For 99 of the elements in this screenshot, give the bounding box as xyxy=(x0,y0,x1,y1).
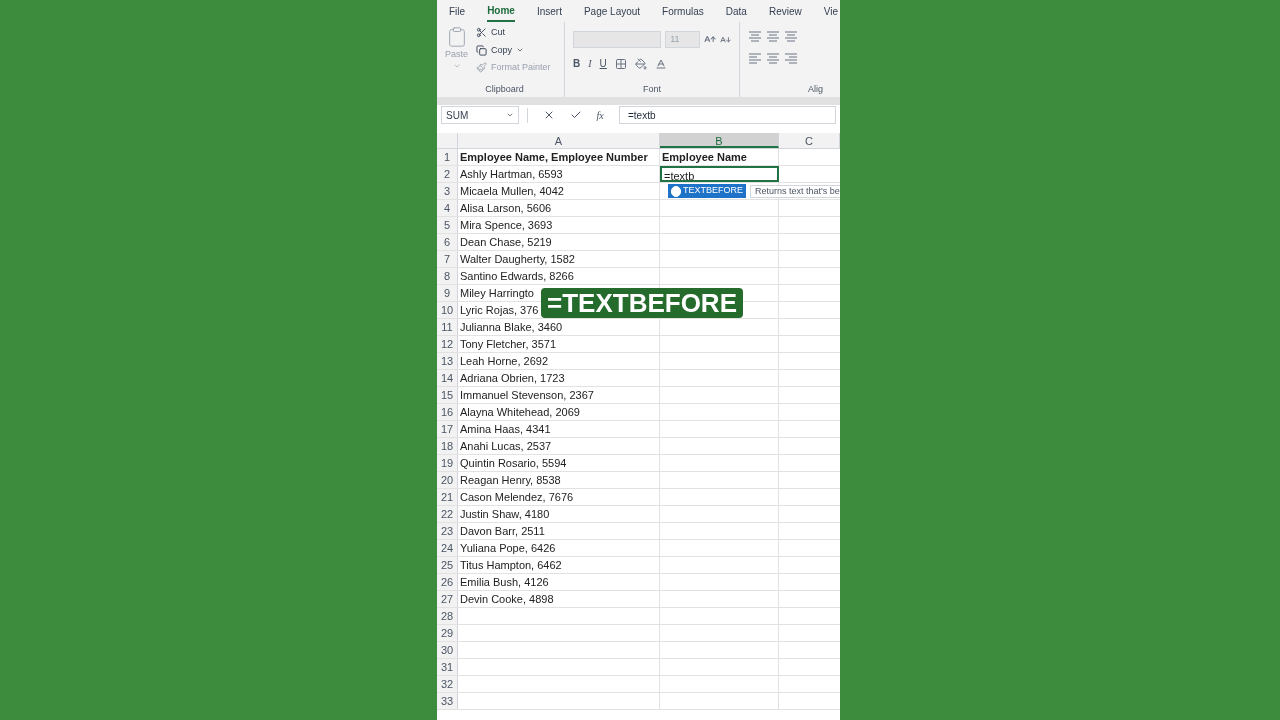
table-cell: Anahi Lucas, 2537 xyxy=(458,438,660,454)
row-number[interactable]: 27 xyxy=(437,591,458,607)
align-middle-icon[interactable] xyxy=(766,29,780,43)
row-number[interactable]: 30 xyxy=(437,642,458,658)
ribbon-tab[interactable]: Home xyxy=(487,0,515,22)
ribbon-tab[interactable]: Formulas xyxy=(662,0,704,22)
table-cell: Quintin Rosario, 5594 xyxy=(458,455,660,471)
row-number[interactable]: 21 xyxy=(437,489,458,505)
ribbon-tab[interactable]: Insert xyxy=(536,0,562,22)
copy-button[interactable]: Copy xyxy=(476,43,551,57)
table-cell: Dean Chase, 5219 xyxy=(458,234,660,250)
row-number[interactable]: 25 xyxy=(437,557,458,573)
row-number[interactable]: 17 xyxy=(437,421,458,437)
font-color-icon[interactable] xyxy=(654,57,667,70)
underline-button[interactable]: U xyxy=(599,56,607,71)
table-cell: Alayna Whitehead, 2069 xyxy=(458,404,660,420)
align-center-icon[interactable] xyxy=(766,51,780,65)
row-number[interactable]: 19 xyxy=(437,455,458,471)
row-number[interactable]: 4 xyxy=(437,200,458,216)
scissors-icon xyxy=(476,27,487,39)
bold-button[interactable]: B xyxy=(573,56,581,71)
table-cell: Immanuel Stevenson, 2367 xyxy=(458,387,660,403)
cut-button[interactable]: Cut xyxy=(476,26,551,40)
autocomplete-item[interactable]: TEXTBEFORE xyxy=(668,184,746,198)
table-cell: Adriana Obrien, 1723 xyxy=(458,370,660,386)
align-top-icon[interactable] xyxy=(748,29,762,43)
row-number[interactable]: 28 xyxy=(437,608,458,624)
row-number[interactable]: 31 xyxy=(437,659,458,675)
row-number[interactable]: 2 xyxy=(437,166,458,182)
table-cell: Ashly Hartman, 6593 xyxy=(458,166,660,182)
name-box[interactable]: SUM xyxy=(441,106,519,124)
ribbon-tab[interactable]: Data xyxy=(725,0,747,22)
ribbon-tab[interactable]: Review xyxy=(768,0,802,22)
row-number[interactable]: 5 xyxy=(437,217,458,233)
ribbon-tab[interactable]: Vie xyxy=(823,0,838,22)
table-cell: Employee Name, Employee Number xyxy=(458,149,660,165)
row-number[interactable]: 32 xyxy=(437,676,458,692)
table-cell: Emilia Bush, 4126 xyxy=(458,574,660,590)
table-cell: Alisa Larson, 5606 xyxy=(458,200,660,216)
row-number[interactable]: 22 xyxy=(437,506,458,522)
group-label: Clipboard xyxy=(484,83,525,96)
row-number[interactable]: 6 xyxy=(437,234,458,250)
ribbon-tab[interactable]: File xyxy=(449,0,466,22)
align-right-icon[interactable] xyxy=(784,51,798,65)
table-cell: Leah Horne, 2692 xyxy=(458,353,660,369)
row-number[interactable]: 10 xyxy=(437,302,458,318)
formula-field[interactable]: =textb xyxy=(619,106,836,124)
ribbon-tab[interactable]: Page Layout xyxy=(583,0,641,22)
row-number[interactable]: 18 xyxy=(437,438,458,454)
row-number[interactable]: 15 xyxy=(437,387,458,403)
table-cell: Julianna Blake, 3460 xyxy=(458,319,660,335)
row-number[interactable]: 12 xyxy=(437,336,458,352)
table-cell: Santino Edwards, 8266 xyxy=(458,268,660,284)
column-header[interactable]: C xyxy=(779,133,840,148)
table-cell: Micaela Mullen, 4042 xyxy=(458,183,660,199)
row-number[interactable]: 16 xyxy=(437,404,458,420)
table-cell: Yuliana Pope, 6426 xyxy=(458,540,660,556)
row-number[interactable]: 9 xyxy=(437,285,458,301)
row-number[interactable]: 8 xyxy=(437,268,458,284)
insert-function-button[interactable]: fx xyxy=(596,107,604,123)
align-bottom-icon[interactable] xyxy=(784,29,798,43)
row-number[interactable]: 1 xyxy=(437,149,458,165)
caption-banner: =TEXTBEFORE xyxy=(541,288,743,318)
function-tooltip: Returns text that's be xyxy=(750,184,840,198)
row-number[interactable]: 23 xyxy=(437,523,458,539)
paintbrush-icon xyxy=(476,62,487,74)
row-number[interactable]: 13 xyxy=(437,353,458,369)
row-number[interactable]: 7 xyxy=(437,251,458,267)
row-number[interactable]: 24 xyxy=(437,540,458,556)
font-name-field[interactable] xyxy=(573,31,662,48)
group-label: Alig xyxy=(807,83,824,96)
table-cell: Cason Melendez, 7676 xyxy=(458,489,660,505)
table-cell: Reagan Henry, 8538 xyxy=(458,472,660,488)
row-number[interactable]: 20 xyxy=(437,472,458,488)
row-number[interactable]: 29 xyxy=(437,625,458,641)
active-cell[interactable]: =textb xyxy=(660,166,779,182)
table-cell: Employee Name xyxy=(660,149,779,165)
table-cell: Devin Cooke, 4898 xyxy=(458,591,660,607)
table-cell: Amina Haas, 4341 xyxy=(458,421,660,437)
table-cell: Justin Shaw, 4180 xyxy=(458,506,660,522)
row-number[interactable]: 3 xyxy=(437,183,458,199)
row-number[interactable]: 14 xyxy=(437,370,458,386)
enter-icon[interactable] xyxy=(569,109,582,121)
table-cell: Mira Spence, 3693 xyxy=(458,217,660,233)
column-header[interactable]: B xyxy=(660,133,779,148)
table-cell: Walter Daugherty, 1582 xyxy=(458,251,660,267)
table-cell: Davon Barr, 2511 xyxy=(458,523,660,539)
row-number[interactable]: 33 xyxy=(437,693,458,709)
group-label: Font xyxy=(642,83,662,96)
italic-button[interactable]: I xyxy=(588,56,592,71)
row-number[interactable]: 11 xyxy=(437,319,458,335)
copy-icon xyxy=(476,44,487,56)
caret-icon xyxy=(506,111,514,119)
table-cell: Tony Fletcher, 3571 xyxy=(458,336,660,352)
table-cell: Titus Hampton, 6462 xyxy=(458,557,660,573)
fill-color-icon[interactable] xyxy=(634,57,647,70)
align-left-icon[interactable] xyxy=(748,51,762,65)
borders-icon[interactable] xyxy=(614,57,627,70)
row-number[interactable]: 26 xyxy=(437,574,458,590)
